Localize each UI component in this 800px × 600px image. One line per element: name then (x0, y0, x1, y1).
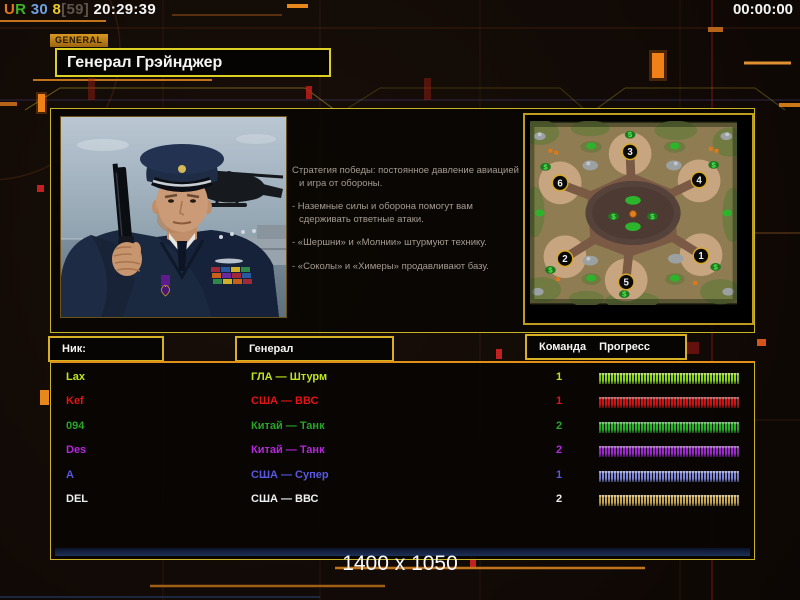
column-header-nick: Ник: (48, 336, 164, 362)
player-row: DEL США — ВВС 2 (51, 488, 754, 512)
match-timer: 00:00:00 (732, 1, 793, 18)
player-general: США — Супер (251, 468, 329, 481)
player-row: Lax ГЛА — Штурм 1 (51, 366, 754, 390)
column-header-progress: Прогресс (599, 341, 651, 353)
spawn-point-marker: 3 (621, 143, 639, 161)
map-preview-image: $ $ $ $ $ $ $ $1 2 3 4 5 6 (530, 121, 737, 305)
svg-text:2: 2 (562, 254, 568, 265)
player-nick: DEL (66, 492, 88, 505)
player-nick: Lax (66, 371, 85, 383)
player-general: США — ВВС (251, 492, 319, 505)
player-team: 2 (555, 419, 563, 432)
player-progress-bar (599, 421, 739, 433)
svg-text:$: $ (611, 212, 616, 221)
player-row: 094 Китай — Танк 2 (51, 415, 754, 439)
svg-text:5: 5 (624, 277, 630, 288)
svg-text:$: $ (548, 265, 553, 274)
player-table-body: Lax ГЛА — Штурм 1 Kef США — ВВС 1 094 Китай — Т… (51, 366, 754, 512)
column-header-team-progress: Команда Прогресс (525, 334, 687, 360)
map-preview: $ $ $ $ $ $ $ $1 2 3 4 5 6 (523, 113, 754, 325)
stat-part: 30 (26, 1, 49, 18)
player-general: Китай — Танк (251, 419, 325, 432)
svg-text:$: $ (712, 160, 717, 169)
purple-heart-medal (161, 275, 170, 286)
general-portrait-image (61, 117, 286, 317)
player-team: 2 (555, 492, 563, 505)
svg-text:$: $ (628, 130, 633, 139)
player-progress-bar (599, 446, 739, 458)
player-team: 1 (555, 371, 563, 383)
general-tab: GENERAL (50, 34, 108, 47)
resolution-label: 1400 x 1050 (342, 552, 458, 575)
player-nick: A (66, 468, 74, 481)
column-header-general: Генерал (235, 336, 394, 362)
briefing-paragraph: - «Шершни» и «Молнии» штурмуют технику. (292, 237, 487, 248)
player-general: Китай — Танк (251, 444, 325, 457)
player-team: 2 (555, 444, 563, 457)
player-nick: 094 (66, 419, 85, 432)
svg-text:1: 1 (698, 251, 704, 262)
svg-text:$: $ (543, 162, 548, 171)
svg-text:6: 6 (557, 178, 563, 189)
svg-text:4: 4 (696, 175, 702, 186)
spawn-point-marker: 1 (692, 247, 710, 265)
player-row: Des Китай — Танк 2 (51, 439, 754, 463)
briefing-paragraph: - Наземные силы и оборона помогут вам сд… (292, 201, 473, 225)
stat-part: 8 (48, 1, 62, 18)
player-team: 1 (555, 468, 563, 481)
player-progress-bar (599, 373, 739, 384)
player-nick: Kef (66, 395, 84, 408)
player-row: A США — Супер 1 (51, 464, 754, 488)
stat-part: 20:29:39 (89, 1, 156, 18)
player-general: США — ВВС (251, 395, 319, 408)
page-title: Генерал Грэйнджер (55, 48, 331, 77)
spawn-point-marker: 2 (556, 250, 574, 268)
general-info-panel: Стратегия победы: постоянное давление ав… (50, 108, 755, 333)
briefing-text: Стратегия победы: постоянное давление ав… (292, 165, 526, 284)
svg-text:$: $ (650, 212, 655, 221)
player-general: ГЛА — Штурм (251, 371, 328, 383)
spawn-point-marker: 6 (551, 174, 569, 192)
spawn-point-marker: 5 (617, 273, 635, 291)
general-portrait (60, 116, 287, 318)
svg-text:3: 3 (627, 147, 633, 158)
svg-text:$: $ (622, 290, 627, 299)
session-stats: UR 30 8[59] 20:29:39 (4, 1, 156, 18)
stat-part: [59] (61, 1, 90, 18)
briefing-paragraph: Стратегия победы: постоянное давление ав… (292, 165, 519, 189)
column-header-team: Команда (539, 341, 587, 353)
briefing-paragraph: - «Соколы» и «Химеры» продавливают базу. (292, 260, 489, 272)
player-progress-bar (599, 494, 739, 506)
player-progress-bar (599, 397, 739, 409)
player-nick: Des (66, 444, 87, 457)
svg-text:$: $ (713, 262, 718, 271)
spawn-point-marker: 4 (690, 171, 708, 189)
player-team: 1 (555, 395, 563, 408)
stat-part: R (15, 1, 27, 18)
stat-part: U (4, 1, 16, 18)
player-table: Lax ГЛА — Штурм 1 Kef США — ВВС 1 094 Китай — Т… (50, 361, 755, 560)
player-row: Kef США — ВВС 1 (51, 390, 754, 414)
player-progress-bar (599, 470, 739, 482)
